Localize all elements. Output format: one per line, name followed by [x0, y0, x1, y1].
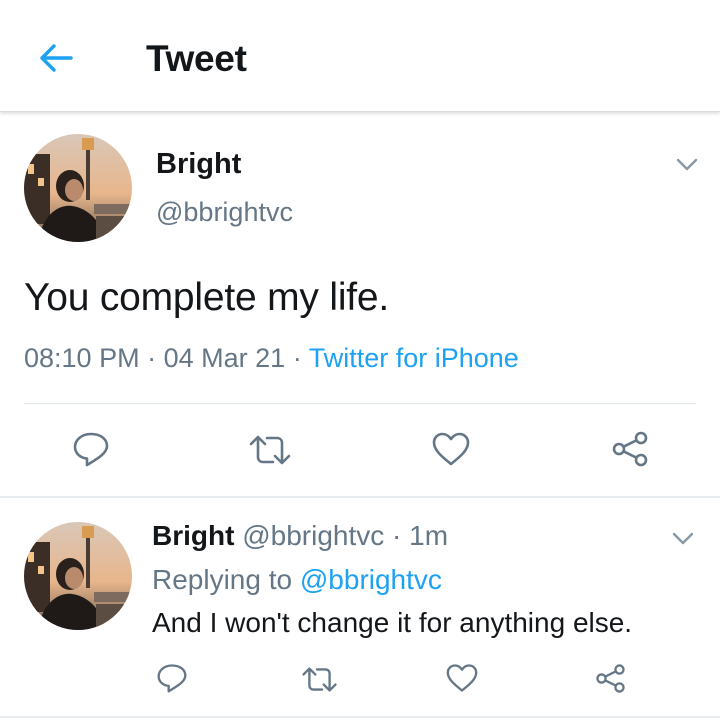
tweet-time: 08:10 PM — [24, 343, 140, 373]
section-divider — [0, 716, 720, 718]
reply-button[interactable] — [68, 428, 114, 470]
reply-icon — [73, 432, 109, 467]
reply-handle[interactable]: @bbrightvc — [242, 520, 384, 551]
share-button[interactable] — [606, 428, 654, 470]
mention-link[interactable]: @bbrightvc — [300, 564, 442, 595]
retweet-icon — [249, 435, 291, 465]
reply-display-name[interactable]: Bright — [152, 520, 234, 551]
avatar-photo — [24, 134, 132, 242]
retweet-icon — [301, 666, 337, 692]
meta-separator: · — [147, 343, 157, 373]
tweet-source-link[interactable]: Twitter for iPhone — [309, 343, 519, 373]
replying-label: Replying to — [152, 564, 293, 595]
user-handle[interactable]: @bbrightvc — [156, 197, 293, 228]
tweet-meta: 08:10 PM · 04 Mar 21 · Twitter for iPhon… — [24, 343, 519, 374]
like-button[interactable] — [442, 660, 482, 696]
chevron-down-icon — [672, 532, 694, 545]
meta-separator: · — [292, 343, 302, 373]
reply-more-options-button[interactable] — [666, 524, 700, 554]
heart-icon — [446, 664, 478, 692]
more-options-button[interactable] — [670, 150, 704, 180]
top-bar: Tweet — [0, 0, 720, 112]
reply-header: Bright @bbrightvc · 1m — [152, 520, 448, 552]
reply-button[interactable] — [152, 660, 192, 696]
retweet-button[interactable] — [298, 662, 340, 696]
display-name[interactable]: Bright — [156, 148, 241, 181]
share-icon — [595, 663, 625, 693]
tweet-date: 04 Mar 21 — [163, 343, 286, 373]
tweet-text: You complete my life. — [24, 276, 390, 319]
like-button[interactable] — [428, 428, 474, 470]
avatar[interactable] — [24, 134, 132, 242]
section-divider — [0, 496, 720, 498]
reply-icon — [157, 664, 187, 693]
reply-age: 1m — [409, 520, 449, 551]
heart-icon — [432, 432, 470, 466]
back-button[interactable] — [30, 34, 82, 82]
reply-avatar[interactable] — [24, 522, 132, 630]
replying-to: Replying to @bbrightvc — [152, 564, 442, 596]
retweet-button[interactable] — [246, 430, 294, 470]
avatar-photo — [24, 522, 132, 630]
chevron-down-icon — [676, 158, 698, 171]
share-icon — [612, 431, 648, 467]
arrow-left-icon — [40, 44, 73, 72]
page-title: Tweet — [146, 38, 247, 79]
share-button[interactable] — [590, 660, 630, 696]
divider — [24, 403, 696, 404]
meta-separator: · — [392, 520, 402, 551]
reply-text: And I won't change it for anything else. — [152, 607, 633, 638]
